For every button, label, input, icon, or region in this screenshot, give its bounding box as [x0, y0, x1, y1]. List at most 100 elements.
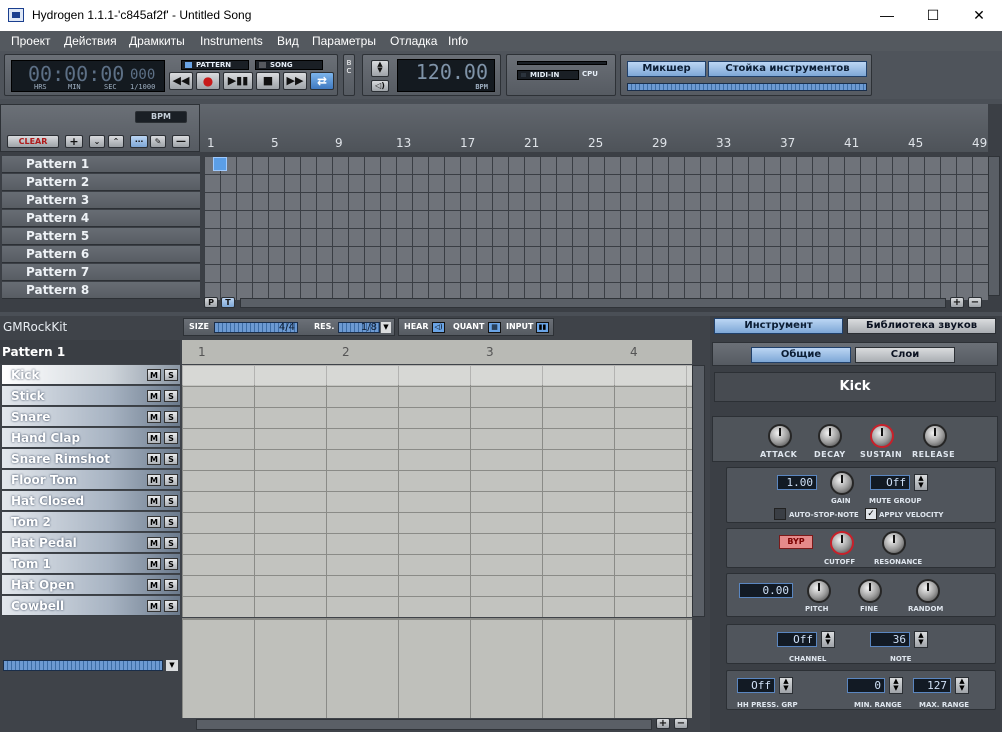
maximize-button[interactable]: ☐: [910, 0, 956, 31]
solo-button[interactable]: S: [164, 432, 178, 444]
max-range-stepper[interactable]: ▲ ▼: [955, 677, 969, 694]
move-down-button[interactable]: ⌄: [89, 135, 105, 148]
gain-knob[interactable]: [830, 471, 854, 495]
menu-options[interactable]: Параметры: [312, 34, 376, 48]
mute-button[interactable]: M: [147, 600, 161, 612]
pattern-hscrollbar[interactable]: [196, 719, 652, 730]
pattern-zoom-in-button[interactable]: +: [656, 718, 670, 729]
mute-button[interactable]: M: [147, 495, 161, 507]
minimize-button[interactable]: —: [864, 0, 910, 31]
song-vscrollbar[interactable]: [988, 156, 1000, 296]
song-ruler[interactable]: 1 5 9 13 17 21 25 29 33 37 41 45 49: [200, 104, 988, 152]
song-zoom-in-button[interactable]: +: [950, 297, 964, 308]
auto-stop-note-checkbox[interactable]: [774, 508, 786, 520]
bpm-stepper[interactable]: ▲ ▼: [371, 60, 389, 77]
gain-value[interactable]: 1.00: [777, 475, 817, 490]
solo-button[interactable]: S: [164, 474, 178, 486]
solo-button[interactable]: S: [164, 600, 178, 612]
editor-mode-dropdown-icon[interactable]: ▼: [166, 660, 178, 671]
mute-button[interactable]: M: [147, 516, 161, 528]
record-button[interactable]: ●: [196, 72, 220, 90]
pattern-size-control[interactable]: 4/4: [214, 322, 298, 333]
rewind-button[interactable]: ◀◀: [169, 72, 193, 90]
velocity-editor[interactable]: [182, 618, 692, 718]
instrument-rack-button[interactable]: Стойка инструментов: [708, 61, 867, 77]
solo-button[interactable]: S: [164, 516, 178, 528]
stop-button[interactable]: ■: [256, 72, 280, 90]
mute-button[interactable]: M: [147, 474, 161, 486]
mute-button[interactable]: M: [147, 453, 161, 465]
pattern-row[interactable]: Pattern 5: [2, 228, 200, 245]
solo-button[interactable]: S: [164, 369, 178, 381]
menu-info[interactable]: Info: [448, 34, 468, 48]
min-range-stepper[interactable]: ▲ ▼: [889, 677, 903, 694]
random-knob[interactable]: [916, 579, 940, 603]
solo-button[interactable]: S: [164, 558, 178, 570]
menu-actions[interactable]: Действия: [64, 34, 117, 48]
fine-knob[interactable]: [858, 579, 882, 603]
play-pause-button[interactable]: ▶▮▮: [223, 72, 253, 90]
song-zoom-out-button[interactable]: −: [968, 297, 982, 308]
pattern-mode-p-button[interactable]: P: [204, 297, 218, 308]
filter-bypass-button[interactable]: BYP: [779, 535, 813, 549]
bc-toggle[interactable]: B C: [343, 54, 355, 96]
pitch-value[interactable]: 0.00: [739, 583, 793, 598]
menu-drumkits[interactable]: Драмкиты: [129, 34, 185, 48]
solo-button[interactable]: S: [164, 537, 178, 549]
quantize-toggle[interactable]: ▦: [488, 322, 501, 333]
mute-button[interactable]: M: [147, 411, 161, 423]
min-range-value[interactable]: 0: [847, 678, 885, 693]
sustain-knob[interactable]: [870, 424, 894, 448]
note-stepper[interactable]: ▲ ▼: [914, 631, 928, 648]
apply-velocity-checkbox[interactable]: ✓: [865, 508, 877, 520]
solo-button[interactable]: S: [164, 495, 178, 507]
delete-pattern-button[interactable]: —: [172, 135, 190, 148]
solo-button[interactable]: S: [164, 390, 178, 402]
solo-button[interactable]: S: [164, 579, 178, 591]
resolution-control[interactable]: 1/8: [338, 322, 380, 333]
max-range-value[interactable]: 127: [913, 678, 951, 693]
hh-stepper[interactable]: ▲ ▼: [779, 677, 793, 694]
draw-mode-button[interactable]: ✎: [150, 135, 166, 148]
mute-button[interactable]: M: [147, 558, 161, 570]
pattern-vscrollbar[interactable]: [692, 365, 705, 617]
attack-knob[interactable]: [768, 424, 792, 448]
metronome-button[interactable]: ◁): [371, 80, 389, 92]
midi-channel-value[interactable]: Off: [777, 632, 817, 647]
solo-button[interactable]: S: [164, 453, 178, 465]
hh-press-grp-value[interactable]: Off: [737, 678, 775, 693]
timeline-t-button[interactable]: T: [221, 297, 235, 308]
mute-button[interactable]: M: [147, 390, 161, 402]
pattern-cell-active[interactable]: [213, 157, 227, 171]
solo-button[interactable]: S: [164, 411, 178, 423]
tab-instrument[interactable]: Инструмент: [714, 318, 843, 334]
pattern-row[interactable]: Pattern 4: [2, 210, 200, 227]
move-up-button[interactable]: ⌃: [108, 135, 124, 148]
clear-button[interactable]: CLEAR: [7, 135, 59, 148]
pattern-row[interactable]: Pattern 1: [2, 156, 200, 173]
tab-general[interactable]: Общие: [751, 347, 851, 363]
mute-button[interactable]: M: [147, 432, 161, 444]
pattern-row[interactable]: Pattern 6: [2, 246, 200, 263]
close-button[interactable]: ✕: [956, 0, 1002, 31]
pattern-mode-toggle[interactable]: PATTERN: [181, 60, 249, 70]
decay-knob[interactable]: [818, 424, 842, 448]
add-pattern-button[interactable]: +: [65, 135, 83, 148]
loop-button[interactable]: ⇄: [310, 72, 334, 90]
bpm-display[interactable]: 120.00 BPM: [397, 59, 495, 92]
cutoff-knob[interactable]: [830, 531, 854, 555]
tab-sound-library[interactable]: Библиотека звуков: [847, 318, 996, 334]
pattern-row[interactable]: Pattern 7: [2, 264, 200, 281]
fast-forward-button[interactable]: ▶▶: [283, 72, 307, 90]
menu-debug[interactable]: Отладка: [390, 34, 437, 48]
midi-note-value[interactable]: 36: [870, 632, 910, 647]
input-mode-toggle[interactable]: ▮▮: [536, 322, 549, 333]
editor-mode-selector[interactable]: [3, 660, 163, 671]
channel-stepper[interactable]: ▲ ▼: [821, 631, 835, 648]
pattern-row[interactable]: Pattern 3: [2, 192, 200, 209]
drum-pattern-grid[interactable]: [182, 365, 692, 617]
song-grid[interactable]: [204, 156, 988, 300]
mute-group-value[interactable]: Off: [870, 475, 910, 490]
menu-view[interactable]: Вид: [277, 34, 299, 48]
pattern-ruler[interactable]: 1 2 3 4: [182, 340, 692, 364]
